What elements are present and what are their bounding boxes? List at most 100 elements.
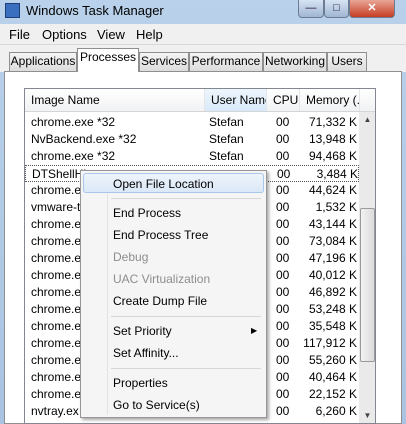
cell-image-name: chrome.e [31,285,82,299]
menu-item-label: End Process Tree [113,228,209,242]
menu-item-label: Set Affinity... [113,346,179,360]
cell-memory: 53,248 K [308,302,357,316]
table-row[interactable]: NvBackend.exe *32 Stefan 00 13,948 K [25,131,359,148]
cell-memory: 22,152 K [308,387,357,401]
scroll-thumb[interactable] [360,208,375,362]
cell-image-name: chrome.e [31,251,82,265]
cell-cpu: 00 [276,132,290,146]
cell-cpu: 00 [276,336,290,350]
cell-image-name: chrome.e [31,353,82,367]
menu-options[interactable]: Options [42,27,87,42]
cell-image-name: NvBackend.exe *32 [31,132,137,146]
arrow-down-icon[interactable]: ▼ [359,408,375,423]
minimize-button[interactable]: — [298,0,324,18]
cell-image-name: chrome.e [31,183,82,197]
cell-image-name: DTShellHl [32,167,87,181]
cell-memory: 47,196 K [308,251,357,265]
menu-item-open-file-location[interactable]: Open File Location [83,173,264,193]
table-row[interactable]: chrome.exe *32 Stefan 00 71,332 K [25,114,359,131]
cell-cpu: 00 [276,149,290,163]
menu-item-properties[interactable]: Properties [83,373,264,393]
cell-cpu: 00 [276,115,290,129]
menu-item-label: UAC Virtualization [113,272,211,286]
cell-memory: 94,468 K [308,149,357,163]
column-user-name[interactable]: User Name [205,89,267,111]
column-memory[interactable]: Memory (... [300,89,360,111]
cell-memory: 3,484 K [316,167,358,181]
cell-memory: 117,912 K [303,336,357,350]
menu-item-go-to-service-s[interactable]: Go to Service(s) [83,395,264,415]
tab-applications[interactable]: Applications [9,52,77,71]
menu-item-end-process[interactable]: End Process [83,203,264,223]
menu-item-create-dump-file[interactable]: Create Dump File [83,291,264,311]
column-cpu[interactable]: CPU [267,89,300,111]
table-row[interactable]: chrome.exe *32 Stefan 00 94,468 K [25,148,359,165]
menu-help[interactable]: Help [136,27,163,42]
column-image-name[interactable]: Image Name [25,89,205,111]
menu-item-set-priority[interactable]: Set Priority ▶ [83,321,264,341]
cell-memory: 46,892 K [308,285,357,299]
cell-cpu: 00 [276,404,290,418]
title-bar[interactable]: Windows Task Manager — □ ✕ [0,0,406,22]
arrow-up-icon[interactable]: ▲ [359,112,375,128]
menu-item-debug[interactable]: Debug [83,247,264,267]
cell-image-name: chrome.e [31,387,82,401]
cell-cpu: 00 [276,200,290,214]
cell-cpu: 00 [276,302,290,316]
cell-user-name: Stefan [209,115,244,129]
menu-item-set-affinity[interactable]: Set Affinity... [83,343,264,363]
cell-image-name: chrome.e [31,319,82,333]
menu-item-label: Properties [113,376,168,390]
menu-bar: File Options View Help [0,24,406,45]
maximize-button[interactable]: □ [324,0,349,18]
cell-memory: 73,084 K [308,234,357,248]
cell-cpu: 00 [276,234,290,248]
cell-image-name: vmware-t [31,200,81,214]
cell-memory: 43,144 K [308,217,357,231]
menu-separator [111,316,261,317]
cell-memory: 55,260 K [308,353,357,367]
cell-cpu: 00 [276,370,290,384]
chevron-right-icon: ▶ [251,326,258,335]
tab-networking[interactable]: Networking [263,52,327,71]
menu-item-end-process-tree[interactable]: End Process Tree [83,225,264,245]
cell-cpu: 00 [276,319,290,333]
menu-view[interactable]: View [97,27,125,42]
menu-item-label: Debug [113,250,149,264]
menu-separator [111,368,261,369]
cell-cpu: 00 [277,167,291,181]
tab-performance[interactable]: Performance [189,52,263,71]
task-manager-window: Windows Task Manager — □ ✕ File Options … [0,0,406,424]
cell-image-name: nvtray.ex [31,404,79,418]
window-title: Windows Task Manager [26,3,164,18]
menu-file[interactable]: File [9,27,30,42]
tab-users[interactable]: Users [327,52,367,71]
menu-separator [111,198,261,199]
cell-user-name: Stefan [209,132,244,146]
menu-item-uac-virtualization[interactable]: UAC Virtualization [83,269,264,289]
vertical-scrollbar[interactable]: ▲ ▼ [359,112,375,423]
menu-item-label: Set Priority [113,324,172,338]
cell-image-name: chrome.exe *32 [31,149,116,163]
cell-image-name: chrome.e [31,268,82,282]
column-header-row: Image Name User Name CPU Memory (... [25,89,375,112]
cell-cpu: 00 [276,268,290,282]
cell-user-name: Stefan [209,149,244,163]
cell-memory: 13,948 K [308,132,357,146]
cell-cpu: 00 [276,285,290,299]
tab-services[interactable]: Services [139,52,189,71]
cell-memory: 40,012 K [308,268,357,282]
cell-cpu: 00 [276,387,290,401]
cell-cpu: 00 [276,217,290,231]
cell-memory: 35,548 K [308,319,357,333]
cell-image-name: chrome.e [31,234,82,248]
cell-memory: 1,532 K [315,200,357,214]
tab-processes[interactable]: Processes [77,48,139,72]
context-menu: Open File Location End Process End Process… [80,170,267,418]
task-manager-icon [5,3,20,18]
menu-item-label: Create Dump File [113,294,208,308]
cell-memory: 44,624 K [308,183,357,197]
cell-memory: 40,464 K [308,370,357,384]
close-button[interactable]: ✕ [349,0,395,18]
cell-cpu: 00 [276,353,290,367]
